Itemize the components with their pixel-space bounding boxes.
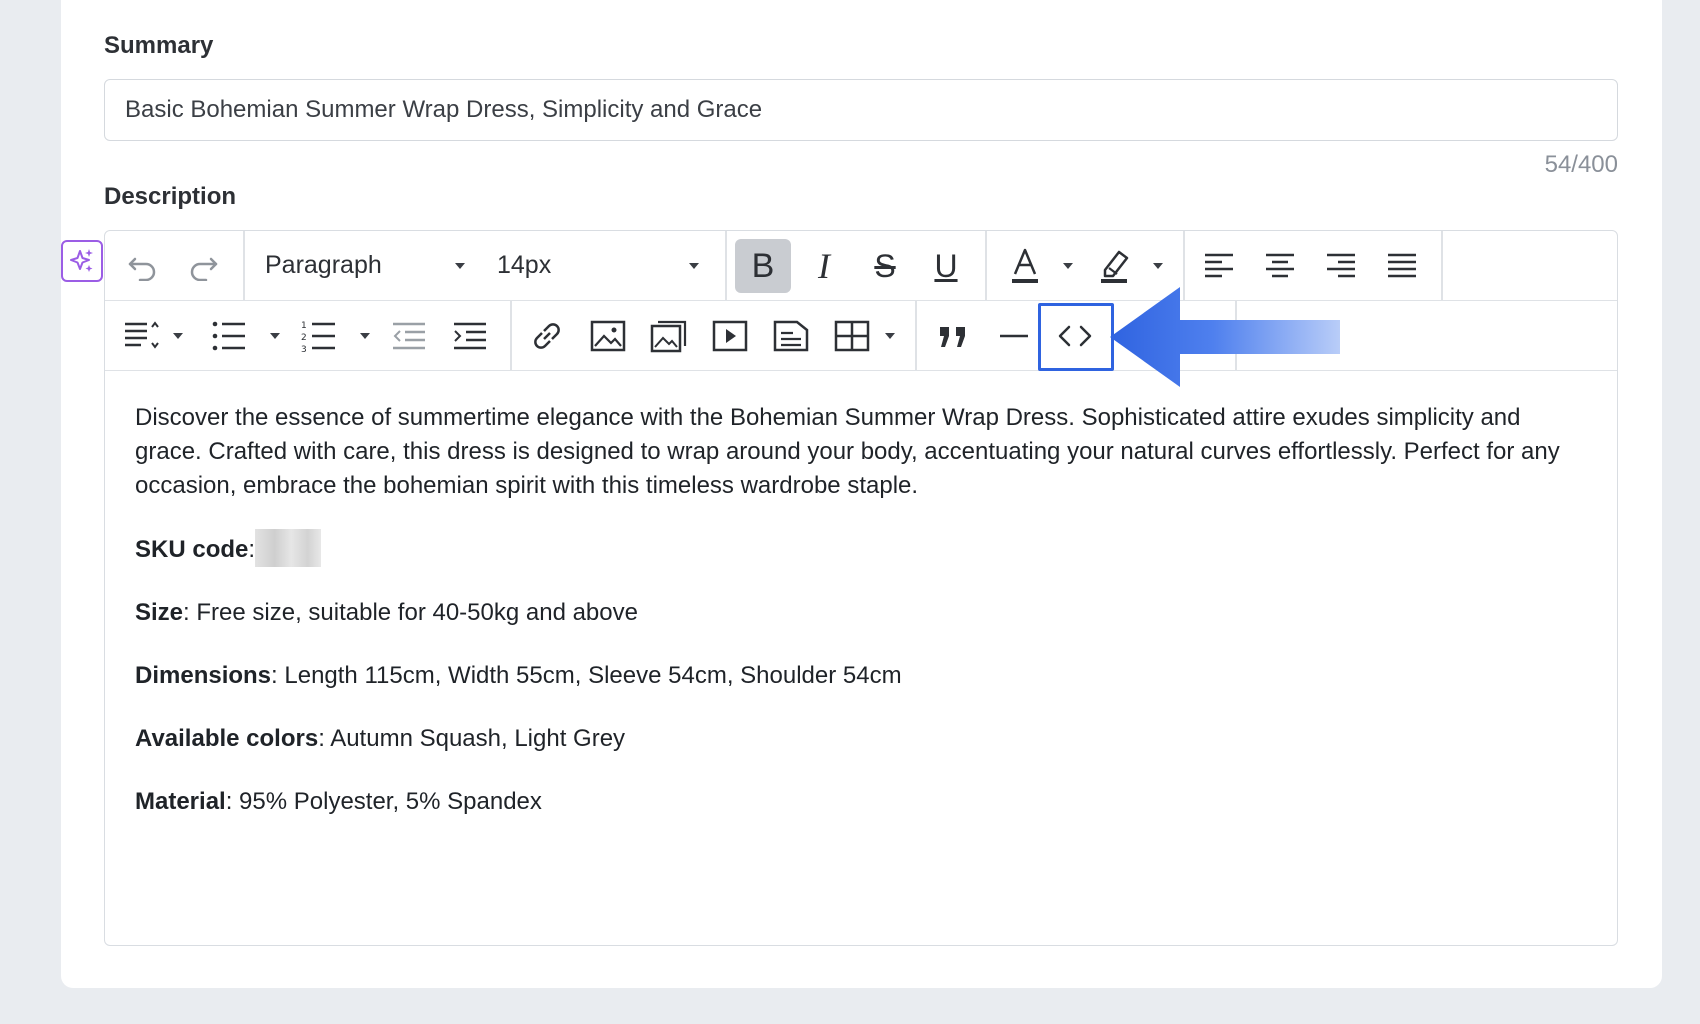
summary-input-value: Basic Bohemian Summer Wrap Dress, Simpli… (125, 96, 763, 123)
undo-button[interactable] (115, 239, 171, 293)
font-size-value: 14px (497, 251, 552, 279)
horizontal-rule-icon (1000, 334, 1028, 338)
align-justify-icon (1388, 253, 1416, 278)
outdent-icon (393, 322, 425, 350)
material-line: Material: 95% Polyester, 5% Spandex (135, 788, 542, 815)
numbered-list-caret-icon[interactable] (360, 333, 370, 339)
insert-template-button[interactable] (763, 309, 819, 363)
svg-text:1: 1 (301, 321, 307, 331)
bullet-list-icon (212, 321, 245, 351)
numbered-list-button[interactable]: 1 2 3 (291, 309, 347, 363)
highlight-color-caret-icon[interactable] (1153, 263, 1163, 269)
align-left-button[interactable] (1191, 239, 1247, 293)
italic-button[interactable]: I (796, 239, 852, 293)
sparkles-icon (70, 249, 93, 272)
video-icon (712, 320, 748, 352)
strikethrough-button[interactable]: S (857, 239, 913, 293)
image-gallery-button[interactable] (641, 309, 697, 363)
strikethrough-icon: S (874, 247, 896, 284)
size-line: Size: Free size, suitable for 40-50kg an… (135, 599, 638, 626)
undo-icon (128, 257, 156, 281)
colors-line: Available colors: Autumn Squash, Light G… (135, 725, 626, 752)
indent-button[interactable] (442, 309, 498, 363)
outdent-button[interactable] (381, 309, 437, 363)
ai-assist-button[interactable] (61, 240, 103, 282)
insert-video-button[interactable] (702, 309, 758, 363)
bullet-list-caret-icon[interactable] (270, 333, 280, 339)
insert-link-button[interactable] (519, 309, 575, 363)
underline-icon: U (934, 247, 958, 284)
toolbar-row-1: Paragraph 14px B I S U (105, 231, 1617, 301)
text-color-caret-icon[interactable] (1063, 263, 1073, 269)
rich-text-editor: Paragraph 14px B I S U 1 2 3 Discover th… (104, 230, 1618, 946)
toolbar-row-2: 1 2 3 (105, 301, 1617, 371)
insert-table-button[interactable] (824, 309, 880, 363)
italic-icon: I (818, 246, 830, 286)
redo-button[interactable] (175, 239, 231, 293)
horizontal-rule-button[interactable] (986, 309, 1042, 363)
blockquote-button[interactable] (925, 309, 981, 363)
block-format-value: Paragraph (265, 251, 382, 279)
image-gallery-icon (650, 320, 687, 353)
link-icon (534, 323, 560, 349)
dimensions-label: Dimensions (135, 662, 272, 689)
quote-icon (940, 327, 965, 347)
dimensions-line: Dimensions: Length 115cm, Width 55cm, Sl… (135, 662, 902, 689)
line-height-caret-icon[interactable] (173, 333, 183, 339)
dimensions-value: Length 115cm, Width 55cm, Sleeve 54cm, S… (284, 662, 902, 689)
document-icon (773, 320, 809, 352)
block-format-caret-icon (455, 263, 465, 269)
sku-label: SKU code (135, 536, 249, 563)
bold-button[interactable]: B (735, 239, 791, 293)
image-icon (590, 320, 626, 352)
description-intro: Discover the essence of summertime elega… (135, 404, 1560, 499)
align-left-icon (1205, 253, 1233, 278)
colors-label: Available colors (135, 725, 319, 752)
sku-line: SKU code: (135, 528, 1587, 567)
material-value: 95% Polyester, 5% Spandex (239, 788, 542, 815)
colors-value: Autumn Squash, Light Grey (330, 725, 626, 752)
indent-icon (454, 322, 486, 350)
svg-text:2: 2 (301, 333, 307, 343)
size-label: Size (135, 599, 184, 626)
align-center-icon (1266, 253, 1294, 278)
line-height-button[interactable] (113, 309, 169, 363)
pointer-arrow-icon (1110, 287, 1340, 387)
size-value: Free size, suitable for 40-50kg and abov… (196, 599, 638, 626)
bold-icon: B (751, 246, 775, 285)
summary-label: Summary (104, 32, 214, 59)
source-code-highlight-box (1038, 303, 1114, 371)
editor-content[interactable]: Discover the essence of summertime elega… (135, 401, 1587, 848)
svg-text:3: 3 (301, 345, 307, 353)
numbered-list-icon: 1 2 3 (301, 321, 335, 353)
highlighter-icon (1101, 250, 1129, 283)
insert-image-button[interactable] (580, 309, 636, 363)
redo-icon (190, 257, 218, 281)
insert-table-caret-icon[interactable] (885, 333, 895, 339)
align-center-button[interactable] (1252, 239, 1308, 293)
summary-input[interactable]: Basic Bohemian Summer Wrap Dress, Simpli… (104, 79, 1618, 141)
table-icon (834, 320, 870, 352)
bullet-list-button[interactable] (201, 309, 257, 363)
align-right-icon (1327, 253, 1355, 278)
highlight-color-button[interactable] (1087, 239, 1143, 293)
text-color-icon (1012, 248, 1038, 283)
description-label: Description (104, 183, 237, 210)
align-justify-button[interactable] (1374, 239, 1430, 293)
line-height-icon (125, 321, 159, 349)
align-right-button[interactable] (1313, 239, 1369, 293)
text-color-button[interactable] (997, 239, 1053, 293)
underline-button[interactable]: U (918, 239, 974, 293)
font-size-caret-icon (689, 263, 699, 269)
material-label: Material (135, 788, 226, 815)
summary-char-counter: 54/400 (1544, 151, 1618, 178)
sku-redacted-value (255, 528, 322, 567)
